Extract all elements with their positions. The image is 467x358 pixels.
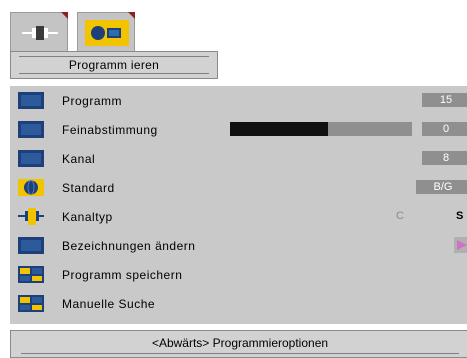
globe-icon [18,179,44,196]
menu-item-standard[interactable]: Standard B/G [10,173,467,202]
menu-item-kanal[interactable]: Kanal 8 [10,144,467,173]
menu-item-label: Kanaltyp [62,210,113,224]
tv-screen-icon [18,92,44,109]
tv-screen-icon [18,150,44,167]
menu-item-label: Kanal [62,152,96,166]
menu-item-manuelle-suche[interactable]: Manuelle Suche [10,289,467,318]
menu-item-label: Bezeichnungen ändern [62,239,196,253]
page-title: Programm ieren [68,58,160,72]
kanaltyp-option-c[interactable]: C [396,210,404,222]
menu-item-bezeichnungen[interactable]: Bezeichnungen ändern [10,231,467,260]
scart-connector-icon [18,208,44,225]
footer-hint-text: <Abwärts> Programmieroptionen [151,336,329,350]
menu-item-label: Programm speichern [62,268,183,282]
fine-tuning-slider[interactable] [230,122,412,136]
menu-item-feinabstimmung[interactable]: Feinabstimmung 0 [10,115,467,144]
tv-settings-icon [85,20,129,46]
menu-item-label: Programm [62,94,123,108]
footer-hint: <Abwärts> Programmieroptionen [10,330,467,358]
kanaltyp-option-s[interactable]: S [456,210,463,222]
tab-connections[interactable] [10,12,68,52]
menu-item-kanaltyp[interactable]: Kanaltyp C S [10,202,467,231]
menu-item-programm-speichern[interactable]: Programm speichern [10,260,467,289]
menu-item-label: Standard [62,181,115,195]
edit-arrow-icon[interactable] [454,237,467,253]
programm-value[interactable]: 15 [422,93,467,107]
tv-grid-icon [18,266,44,283]
menu-item-label: Manuelle Suche [62,297,156,311]
kanal-value[interactable]: 8 [422,151,467,165]
tv-screen-icon [18,237,44,254]
standard-value[interactable]: B/G [416,180,467,194]
footer-divider [21,353,459,354]
tv-grid-icon [18,295,44,312]
tv-screen-icon [18,121,44,138]
scart-connector-icon [18,20,62,46]
tab-tv-settings[interactable] [77,12,135,52]
feinabstimmung-value: 0 [422,122,467,136]
menu-panel: Programm 15 Feinabstimmung 0 Kanal 8 Sta… [10,86,467,324]
fine-tuning-slider-fill [230,122,329,136]
menu-item-programm[interactable]: Programm 15 [10,86,467,115]
header-divider [19,56,209,57]
tab-corner-marker [128,12,135,19]
tab-corner-marker [61,12,68,19]
header-divider [19,73,209,74]
menu-item-label: Feinabstimmung [62,123,158,137]
menu-header: Programm ieren [10,51,218,79]
